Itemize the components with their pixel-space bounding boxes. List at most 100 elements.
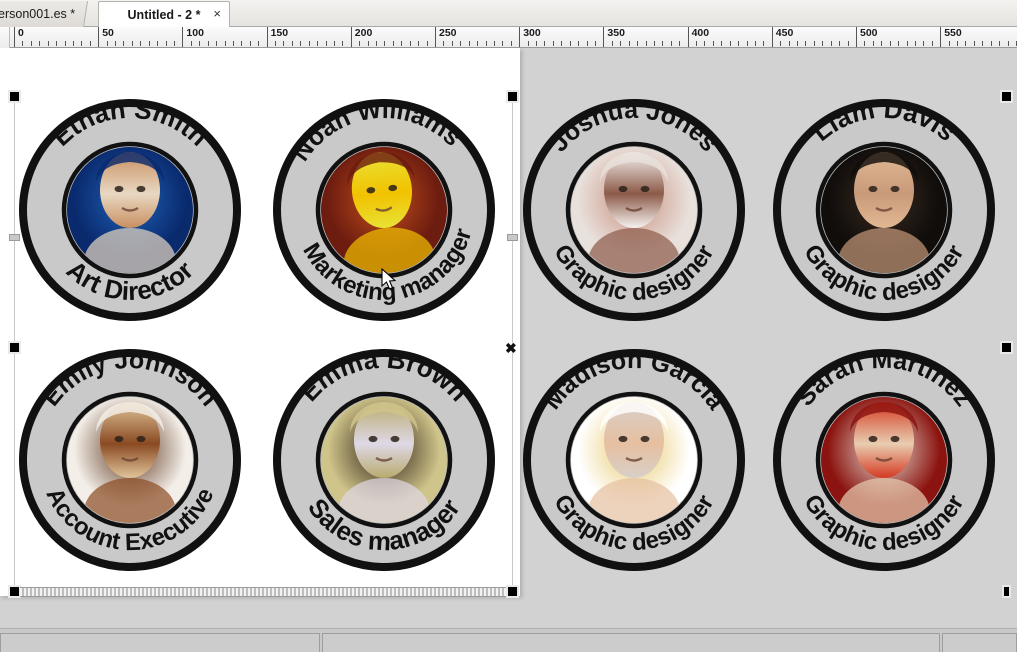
selection-handle-right-mid[interactable] [1000,341,1013,354]
ruler-major-tick: 200 [350,27,372,47]
badge-madison-garcia[interactable]: Madison García Graphic designer [518,344,750,576]
ruler-tick-label: 400 [691,27,710,39]
ruler-minor-tick [957,41,959,46]
ruler-minor-tick [401,41,403,46]
status-panel-center[interactable] [322,633,940,652]
ruler-major-tick: 100 [182,27,204,47]
selection-handle-mid-left[interactable] [9,234,20,241]
ruler-minor-tick [754,41,756,46]
ruler-tick-label: 350 [607,27,625,39]
ruler-minor-tick [662,41,664,46]
ruler-minor-tick [477,41,479,46]
tab-person001[interactable]: erson001.es * [0,1,89,27]
selection-handle-top-right-page[interactable] [1000,90,1013,103]
ruler-minor-tick [670,41,672,46]
ruler-tick-label: 250 [439,27,457,39]
ruler-minor-tick [342,41,344,46]
selection-handle-left-mid[interactable] [8,341,21,354]
horizontal-ruler[interactable]: 0 50 100 150 200 250 300 350 400 450 500 550 [0,27,1017,48]
drawing-canvas[interactable]: Ethan Smith Art Director Noah Williams M… [0,48,1017,628]
selection-handle-top-right[interactable] [506,90,519,103]
ruler-major-tick: 150 [266,27,288,47]
ruler-minor-tick [376,41,378,46]
selection-handle-bottom-far-right[interactable] [1002,585,1011,598]
rotation-center-marker[interactable]: ✖ [505,341,517,355]
ruler-minor-tick [460,41,462,46]
ruler-minor-tick [847,41,849,46]
ruler-minor-tick [39,41,41,46]
ruler-minor-tick [982,41,984,46]
ruler-minor-tick [392,41,394,46]
ruler-major-tick: 500 [856,27,878,47]
ruler-minor-tick [696,41,698,46]
ruler-minor-tick [906,41,908,46]
ruler-tick-label: 100 [186,27,204,39]
ruler-minor-tick [173,41,175,46]
badge-joshua-jones[interactable]: Joshua Jones Graphic designer [518,94,750,326]
ruler-minor-tick [249,41,251,46]
tab-untitled-2[interactable]: Untitled - 2 * × [98,1,230,27]
ruler-tick-label: 0 [18,27,24,39]
ruler-minor-tick [199,41,201,46]
ruler-minor-tick [813,41,815,46]
ruler-tick-label: 450 [775,27,794,39]
ruler-minor-tick [679,41,681,46]
ruler-minor-tick [30,41,32,46]
badge-ethan-smith[interactable]: Ethan Smith Art Director [14,94,246,326]
ruler-minor-tick [594,41,596,46]
selection-bottom-edge[interactable] [20,587,506,597]
ruler-minor-tick [510,41,512,46]
badge-emma-brown[interactable]: Emma Brown Sales manager [268,344,500,576]
ruler-minor-tick [721,41,723,46]
ruler-major-tick: 450 [771,27,793,47]
ruler-minor-tick [72,41,74,46]
ruler-minor-tick [115,41,117,46]
ruler-minor-tick [552,41,554,46]
selection-handle-top-left[interactable] [8,90,21,103]
ruler-minor-tick [704,41,706,46]
badge-emily-johnson[interactable]: Emily Johnson Account Executive [14,344,246,576]
ruler-minor-tick [1007,41,1009,46]
ruler-minor-tick [106,41,108,46]
ruler-minor-tick [291,41,293,46]
badge-sarah-martinez[interactable]: Sarah Martínez Graphic designer [768,344,1000,576]
ruler-major-tick: 250 [435,27,457,47]
ruler-minor-tick [620,41,622,46]
ruler-minor-tick [712,41,714,46]
ruler-minor-tick [561,41,563,46]
ruler-minor-tick [611,41,613,46]
ruler-minor-tick [881,41,883,46]
ruler-minor-tick [325,41,327,46]
ruler-minor-tick [409,41,411,46]
status-panel-left[interactable] [0,633,320,652]
ruler-minor-tick [241,41,243,46]
ruler-minor-tick [637,41,639,46]
ruler-minor-tick [830,41,832,46]
ruler-minor-tick [148,41,150,46]
ruler-minor-tick [889,41,891,46]
ruler-minor-tick [763,41,765,46]
ruler-minor-tick [973,41,975,46]
ruler-minor-tick [443,41,445,46]
ruler-minor-tick [485,41,487,46]
ruler-minor-tick [359,41,361,46]
selection-handle-bottom-right[interactable] [506,585,519,598]
ruler-minor-tick [544,41,546,46]
badge-noah-williams[interactable]: Noah Williams Marketing manager [257,83,512,338]
ruler-tick-label: 200 [354,27,373,39]
ruler-minor-tick [140,41,142,46]
ruler-tick-label: 150 [270,27,289,39]
status-bar [0,628,1017,652]
ruler-minor-tick [317,41,319,46]
ruler-minor-tick [805,41,807,46]
ruler-minor-tick [948,41,950,46]
ruler-minor-tick [308,41,310,46]
status-panel-right[interactable] [942,633,1017,652]
ruler-minor-tick [89,41,91,46]
close-icon[interactable]: × [213,7,221,21]
ruler-minor-tick [131,41,133,46]
ruler-minor-tick [384,41,386,46]
badge-liam-davis[interactable]: Liam Davis Graphic designer [768,94,1000,326]
selection-handle-mid-right[interactable] [507,234,518,241]
ruler-tick-label: 500 [860,27,878,39]
